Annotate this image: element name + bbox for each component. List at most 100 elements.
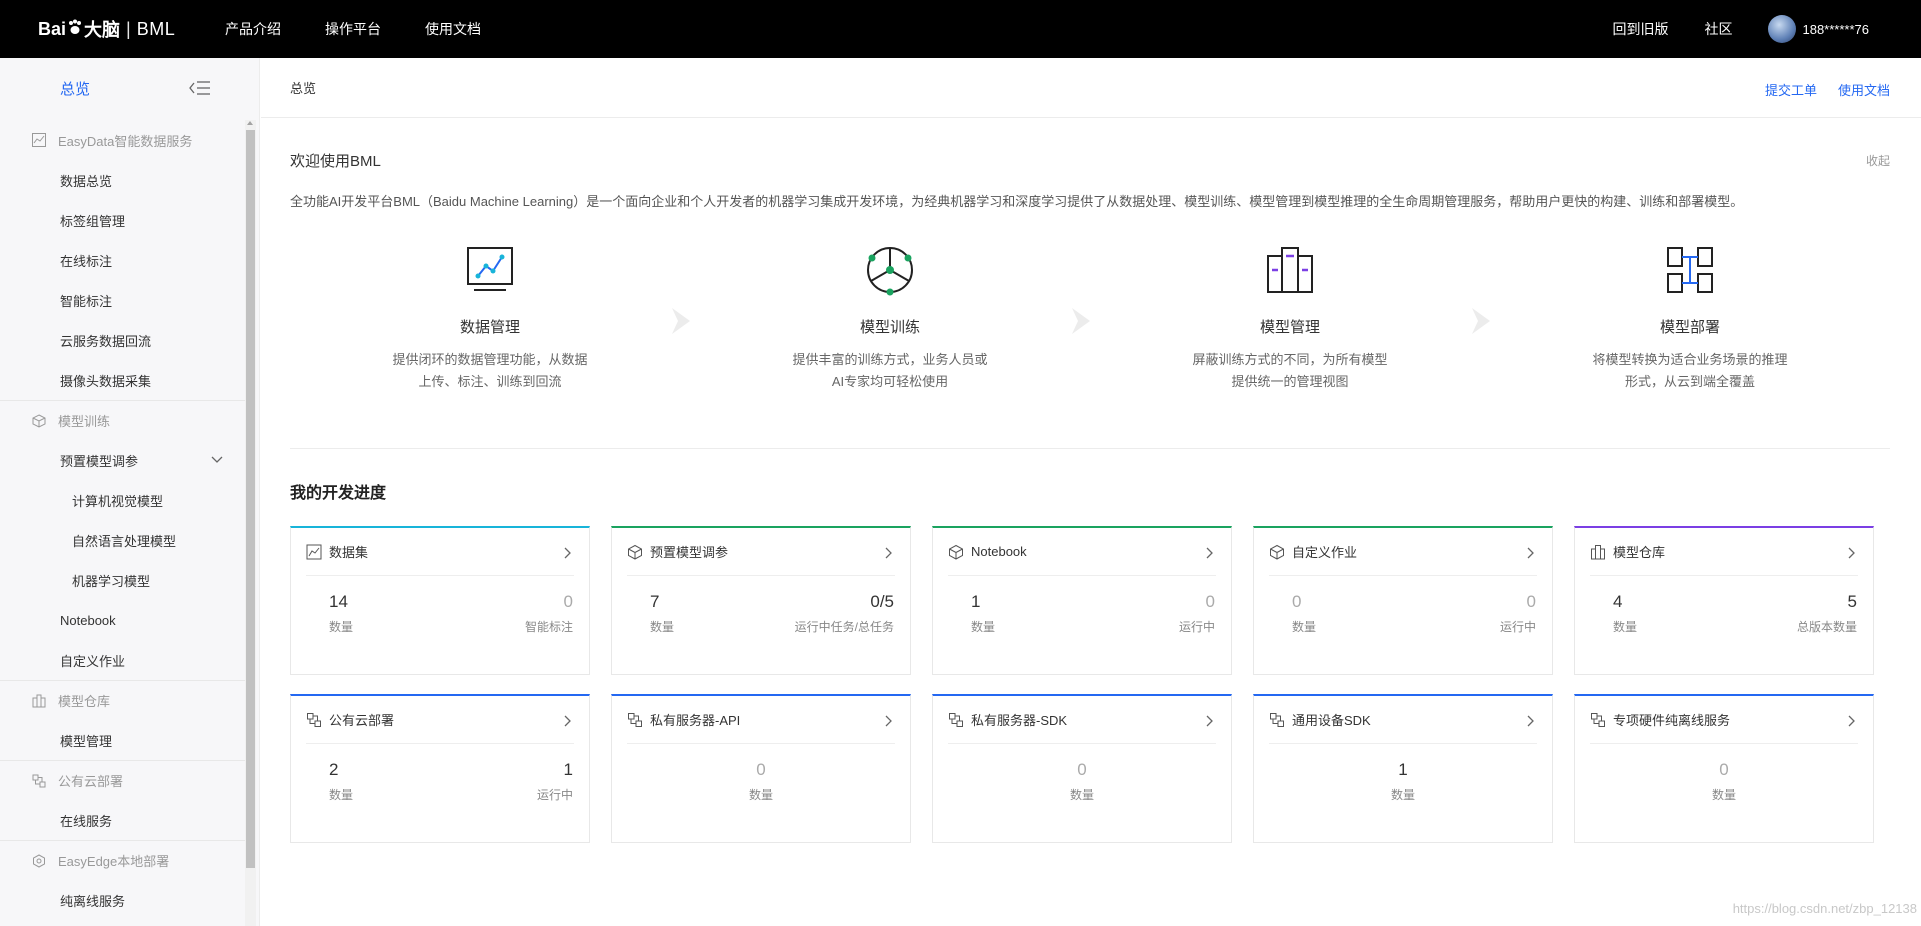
card-model-repo[interactable]: 模型仓库 4 数量 5 总版本数量 [1574, 526, 1874, 675]
sidebar: 总览 EasyData智能数据服务 数据总览 标签组管理 在线标注 智能标注 云… [0, 58, 260, 926]
logo-product: BML [136, 18, 176, 39]
card-general-device-sdk[interactable]: 通用设备SDK 1 数量 [1253, 694, 1553, 843]
nav-console[interactable]: 操作平台 [325, 19, 381, 39]
sidebar-item-preset-tuning[interactable]: 预置模型调参 [0, 440, 245, 480]
logo-separator: | [126, 18, 131, 39]
sidebar-item-label: 预置模型调参 [60, 453, 139, 469]
sidebar-group-label: EasyEdge本地部署 [58, 854, 170, 869]
sidebar-group-repo[interactable]: 模型仓库 [0, 680, 245, 720]
sidebar-group-easyedge[interactable]: EasyEdge本地部署 [0, 840, 245, 880]
sidebar-group-label: EasyData智能数据服务 [58, 133, 193, 149]
sidebar-item-online-service[interactable]: 在线服务 [0, 800, 245, 840]
sidebar-item-label-group[interactable]: 标签组管理 [0, 200, 245, 240]
sidebar-item-label: 数据总览 [60, 173, 113, 189]
chevron-right-icon[interactable] [1527, 715, 1535, 727]
avatar[interactable] [1768, 15, 1797, 43]
sidebar-item-data-overview[interactable]: 数据总览 [0, 160, 245, 200]
stat-value: 5 [1847, 592, 1857, 611]
sidebar-group-deploy[interactable]: 公有云部署 [0, 760, 245, 800]
cube-icon [949, 544, 963, 560]
feature-desc-line: 屏蔽训练方式的不同，为所有模型 [1192, 352, 1388, 367]
card-dataset[interactable]: 数据集 14 数量 0 智能标注 [290, 526, 590, 675]
stat-label: 数量 [329, 620, 354, 634]
card-private-server-sdk[interactable]: 私有服务器-SDK 0 数量 [932, 694, 1232, 843]
card-public-cloud-deploy[interactable]: 公有云部署 2 数量 1 运行中 [290, 694, 590, 843]
sidebar-item-online-label[interactable]: 在线标注 [0, 240, 245, 280]
sidebar-group-easydata[interactable]: EasyData智能数据服务 [0, 120, 245, 160]
feature-desc-line: 提供统一的管理视图 [1231, 374, 1349, 389]
collapse-sidebar-icon[interactable] [189, 80, 211, 96]
card-dedicated-hardware-offline[interactable]: 专项硬件纯离线服务 0 数量 [1574, 694, 1874, 843]
card-preset-tuning[interactable]: 预置模型调参 7 数量 0/5 运行中任务/总任务 [611, 526, 911, 675]
stat-value: 2 [329, 760, 339, 779]
hexagon-icon [33, 853, 45, 868]
sidebar-item-label: 在线标注 [60, 253, 113, 269]
chevron-right-icon[interactable] [885, 715, 893, 727]
sidebar-item-label: 机器学习模型 [72, 573, 151, 589]
chevron-right-icon[interactable] [1206, 547, 1214, 559]
sidebar-item-offline-service[interactable]: 纯离线服务 [0, 880, 245, 920]
chevron-right-icon[interactable] [1206, 715, 1214, 727]
sidebar-item-model-mgmt[interactable]: 模型管理 [0, 720, 245, 760]
card-title: 数据集 [329, 545, 369, 560]
card-notebook[interactable]: Notebook 1 数量 0 运行中 [932, 526, 1232, 675]
stat-value: 14 [329, 592, 348, 611]
scrollbar-thumb[interactable] [246, 130, 255, 868]
community-link[interactable]: 社区 [1704, 19, 1732, 39]
scroll-up-arrow-icon[interactable] [247, 121, 253, 125]
chevron-right-icon[interactable] [885, 547, 893, 559]
back-to-old-version-link[interactable]: 回到旧版 [1612, 19, 1668, 39]
sidebar-item-nlp-model[interactable]: 自然语言处理模型 [0, 520, 245, 560]
card-title: 私有服务器-API [650, 713, 741, 728]
stat-total-versions: 5 总版本数量 [1797, 592, 1857, 635]
chevron-right-icon[interactable] [1527, 547, 1535, 559]
card-custom-job[interactable]: 自定义作业 0 数量 0 运行中 [1253, 526, 1553, 675]
logo-brand: Bai [38, 18, 67, 39]
chevron-right-icon[interactable] [1848, 547, 1856, 559]
stat-label: 数量 [1292, 620, 1317, 634]
chevron-right-icon[interactable] [1848, 715, 1856, 727]
chevron-right-icon[interactable] [564, 715, 572, 727]
feature-desc-line: 将模型转换为适合业务场景的推理 [1592, 352, 1788, 367]
stat-label: 数量 [329, 788, 354, 802]
sidebar-group-training[interactable]: 模型训练 [0, 400, 245, 440]
sidebar-item-label: 模型管理 [60, 733, 113, 749]
data-management-icon [467, 247, 513, 291]
chevron-right-icon[interactable] [564, 547, 572, 559]
card-private-server-api[interactable]: 私有服务器-API 0 数量 [611, 694, 911, 843]
stat-count: 0 数量 [1292, 592, 1316, 635]
sidebar-item-label: 智能标注 [60, 293, 113, 309]
sidebar-item-ml-model[interactable]: 机器学习模型 [0, 560, 245, 600]
cube-icon [32, 413, 46, 428]
docs-link[interactable]: 使用文档 [1838, 80, 1890, 99]
sidebar-item-overview[interactable]: 总览 [0, 58, 259, 118]
feature-desc: 将模型转换为适合业务场景的推理 形式，从云到端全覆盖 [1560, 349, 1820, 393]
cube-icon [628, 544, 642, 560]
nav-docs[interactable]: 使用文档 [425, 19, 481, 39]
sidebar-item-camera-data[interactable]: 摄像头数据采集 [0, 360, 245, 400]
model-deployment-icon [1667, 247, 1713, 293]
submit-ticket-link[interactable]: 提交工单 [1765, 80, 1817, 99]
collapse-intro-link[interactable]: 收起 [1866, 152, 1890, 169]
sidebar-item-custom-job[interactable]: 自定义作业 [0, 640, 245, 680]
top-navbar: Bai 大脑 | BML 产品介绍 操作平台 使用文档 回到旧版 社区 188*… [0, 0, 1921, 58]
sidebar-item-notebook[interactable]: Notebook [0, 600, 245, 640]
sidebar-item-cv-model[interactable]: 计算机视觉模型 [0, 480, 245, 520]
user-name[interactable]: 188******76 [1802, 22, 1869, 37]
chart-icon [32, 133, 46, 147]
feature-flow: 数据管理 提供闭环的数据管理功能，从数据 上传、标注、训练到回流 模型训练 提供… [290, 244, 1890, 454]
stat-value: 0 [1077, 760, 1087, 779]
sidebar-header-label: 总览 [60, 80, 91, 98]
feature-desc: 提供闭环的数据管理功能，从数据 上传、标注、训练到回流 [360, 349, 620, 393]
sidebar-scrollbar[interactable] [245, 120, 256, 926]
sidebar-item-smart-label[interactable]: 智能标注 [0, 280, 245, 320]
stat-value: 1 [1398, 760, 1408, 779]
baidu-bml-logo[interactable]: Bai 大脑 | BML [38, 16, 188, 42]
nav-product-intro[interactable]: 产品介绍 [225, 19, 281, 39]
feature-desc-line: 上传、标注、训练到回流 [418, 374, 562, 389]
chevron-right-icon [1072, 308, 1090, 334]
chevron-down-icon [211, 456, 223, 463]
platform-description: 全功能AI开发平台BML（Baidu Machine Learning）是一个面… [290, 194, 1744, 209]
sidebar-item-cloud-data[interactable]: 云服务数据回流 [0, 320, 245, 360]
stat-label: 运行中 [1178, 620, 1215, 634]
